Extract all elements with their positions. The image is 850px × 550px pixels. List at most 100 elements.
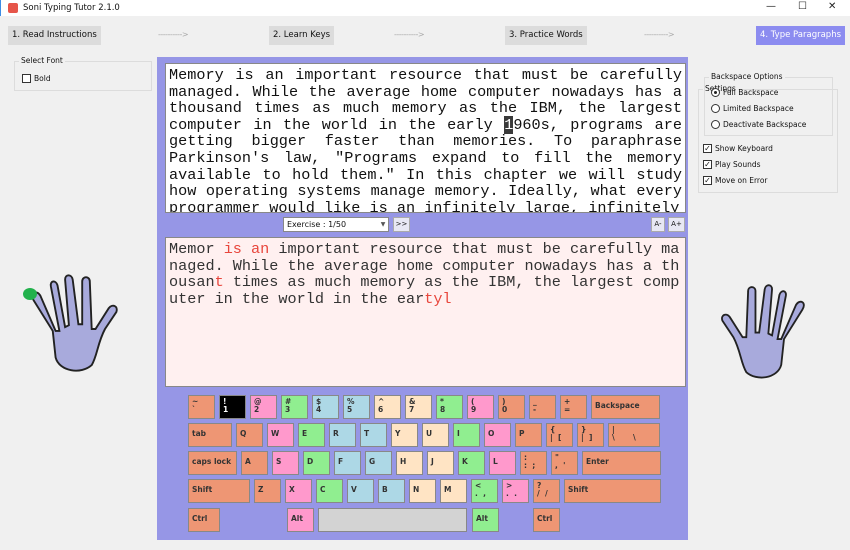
key[interactable]: X xyxy=(285,479,312,503)
chevron-down-icon[interactable]: ▼ xyxy=(378,218,388,231)
key[interactable]: K xyxy=(458,451,485,475)
key[interactable]: A xyxy=(241,451,268,475)
radio-label: Full Backspace xyxy=(723,88,779,97)
key[interactable]: I xyxy=(453,423,480,447)
key[interactable]: < . , xyxy=(471,479,498,503)
step-arrow: ----------> xyxy=(644,30,675,39)
exercise-select[interactable]: Exercise : 1/50 ▼ xyxy=(283,217,389,232)
checkbox-label: Move on Error xyxy=(715,176,768,185)
key[interactable]: P xyxy=(515,423,542,447)
key[interactable]: E xyxy=(298,423,325,447)
key[interactable]: $ 4 xyxy=(312,395,339,419)
step-learn-keys[interactable]: 2. Learn Keys xyxy=(269,26,335,45)
key[interactable]: Ctrl xyxy=(188,508,220,532)
key[interactable]: Alt xyxy=(287,508,314,532)
checkbox-box[interactable] xyxy=(22,74,31,83)
setting-checkbox[interactable]: ✓ Move on Error xyxy=(703,176,768,185)
key[interactable]: | \ \ xyxy=(608,423,660,447)
key[interactable]: S xyxy=(272,451,299,475)
key[interactable]: R xyxy=(329,423,356,447)
key[interactable]: U xyxy=(422,423,449,447)
check-icon[interactable]: ✓ xyxy=(703,176,712,185)
radio-button[interactable] xyxy=(711,88,720,97)
typed-text-area[interactable]: Memor is an important resource that must… xyxy=(165,237,686,387)
key[interactable]: Shift xyxy=(564,479,661,503)
key[interactable]: ) 0 xyxy=(498,395,525,419)
key[interactable]: F xyxy=(334,451,361,475)
backspace-option-radio[interactable]: Full Backspace xyxy=(711,88,778,97)
key[interactable]: D xyxy=(303,451,330,475)
key[interactable]: H xyxy=(396,451,423,475)
check-icon[interactable]: ✓ xyxy=(703,160,712,169)
step-practice-words[interactable]: 3. Practice Words xyxy=(505,26,587,45)
setting-checkbox[interactable]: ✓ Show Keyboard xyxy=(703,144,773,153)
key[interactable]: Q xyxy=(236,423,263,447)
setting-checkbox[interactable]: ✓ Play Sounds xyxy=(703,160,761,169)
key[interactable]: O xyxy=(484,423,511,447)
close-button[interactable]: ✕ xyxy=(828,1,836,12)
step-read-instructions[interactable]: 1. Read Instructions xyxy=(8,26,101,45)
radio-button[interactable] xyxy=(711,120,720,129)
key[interactable]: % 5 xyxy=(343,395,370,419)
bold-checkbox[interactable]: Bold xyxy=(22,74,51,83)
key[interactable]: caps lock xyxy=(188,451,237,475)
key[interactable]: G xyxy=(365,451,392,475)
key[interactable]: L xyxy=(489,451,516,475)
key[interactable]: ~ ` xyxy=(188,395,215,419)
key[interactable]: # 3 xyxy=(281,395,308,419)
key[interactable]: tab xyxy=(188,423,232,447)
key[interactable]: C xyxy=(316,479,343,503)
key[interactable]: ! 1 xyxy=(219,395,246,419)
backspace-option-radio[interactable]: Limited Backspace xyxy=(711,104,794,113)
key[interactable]: Backspace xyxy=(591,395,660,419)
next-exercise-button[interactable]: >> xyxy=(393,217,410,232)
key[interactable]: ? / / xyxy=(533,479,560,503)
radio-button[interactable] xyxy=(711,104,720,113)
bold-label: Bold xyxy=(34,74,51,83)
key[interactable]: ^ 6 xyxy=(374,395,401,419)
key[interactable]: Shift xyxy=(188,479,250,503)
minimize-button[interactable]: — xyxy=(766,1,776,12)
radio-label: Deactivate Backspace xyxy=(723,120,807,129)
key[interactable]: & 7 xyxy=(405,395,432,419)
checkbox-label: Play Sounds xyxy=(715,160,761,169)
key[interactable]: J xyxy=(427,451,454,475)
backspace-options-group: Backspace Options Full Backspace Limited … xyxy=(704,72,833,136)
key[interactable]: > . . xyxy=(502,479,529,503)
key[interactable]: _ - xyxy=(529,395,556,419)
backspace-options-label: Backspace Options xyxy=(709,72,785,81)
key[interactable]: T xyxy=(360,423,387,447)
key[interactable]: * 8 xyxy=(436,395,463,419)
step-type-paragraphs[interactable]: 4. Type Paragraphs xyxy=(756,26,846,45)
key[interactable]: Y xyxy=(391,423,418,447)
key[interactable]: : : ; xyxy=(520,451,547,475)
key[interactable]: Ctrl xyxy=(533,508,560,532)
select-font-label: Select Font xyxy=(19,56,65,65)
right-hand-icon xyxy=(721,284,805,379)
maximize-button[interactable]: ☐ xyxy=(798,1,807,12)
window-title: Soni Typing Tutor 2.1.0 xyxy=(23,3,120,13)
key[interactable]: " , ' xyxy=(551,451,578,475)
radio-label: Limited Backspace xyxy=(723,104,794,113)
key[interactable]: N xyxy=(409,479,436,503)
key[interactable]: @ 2 xyxy=(250,395,277,419)
key[interactable]: Enter xyxy=(582,451,661,475)
backspace-option-radio[interactable]: Deactivate Backspace xyxy=(711,120,806,129)
on-screen-keyboard: ~ `! 1 @ 2 # 3 $ 4% 5 ^ 6 & 7 * 8( 9) 0 _ - + = B… xyxy=(157,392,688,540)
key[interactable]: { | [ xyxy=(546,423,573,447)
key[interactable]: ( 9 xyxy=(467,395,494,419)
current-char: 1 xyxy=(504,115,514,134)
key[interactable]: W xyxy=(267,423,294,447)
key[interactable]: Z xyxy=(254,479,281,503)
font-larger-button[interactable]: A+ xyxy=(668,217,685,232)
key-space[interactable] xyxy=(318,508,467,532)
key[interactable]: + = xyxy=(560,395,587,419)
key[interactable]: } | ] xyxy=(577,423,604,447)
key[interactable]: M xyxy=(440,479,467,503)
check-icon[interactable]: ✓ xyxy=(703,144,712,153)
font-smaller-button[interactable]: A- xyxy=(651,217,665,232)
key[interactable]: V xyxy=(347,479,374,503)
left-hand-icon xyxy=(23,274,118,372)
key[interactable]: Alt xyxy=(472,508,499,532)
key[interactable]: B xyxy=(378,479,405,503)
